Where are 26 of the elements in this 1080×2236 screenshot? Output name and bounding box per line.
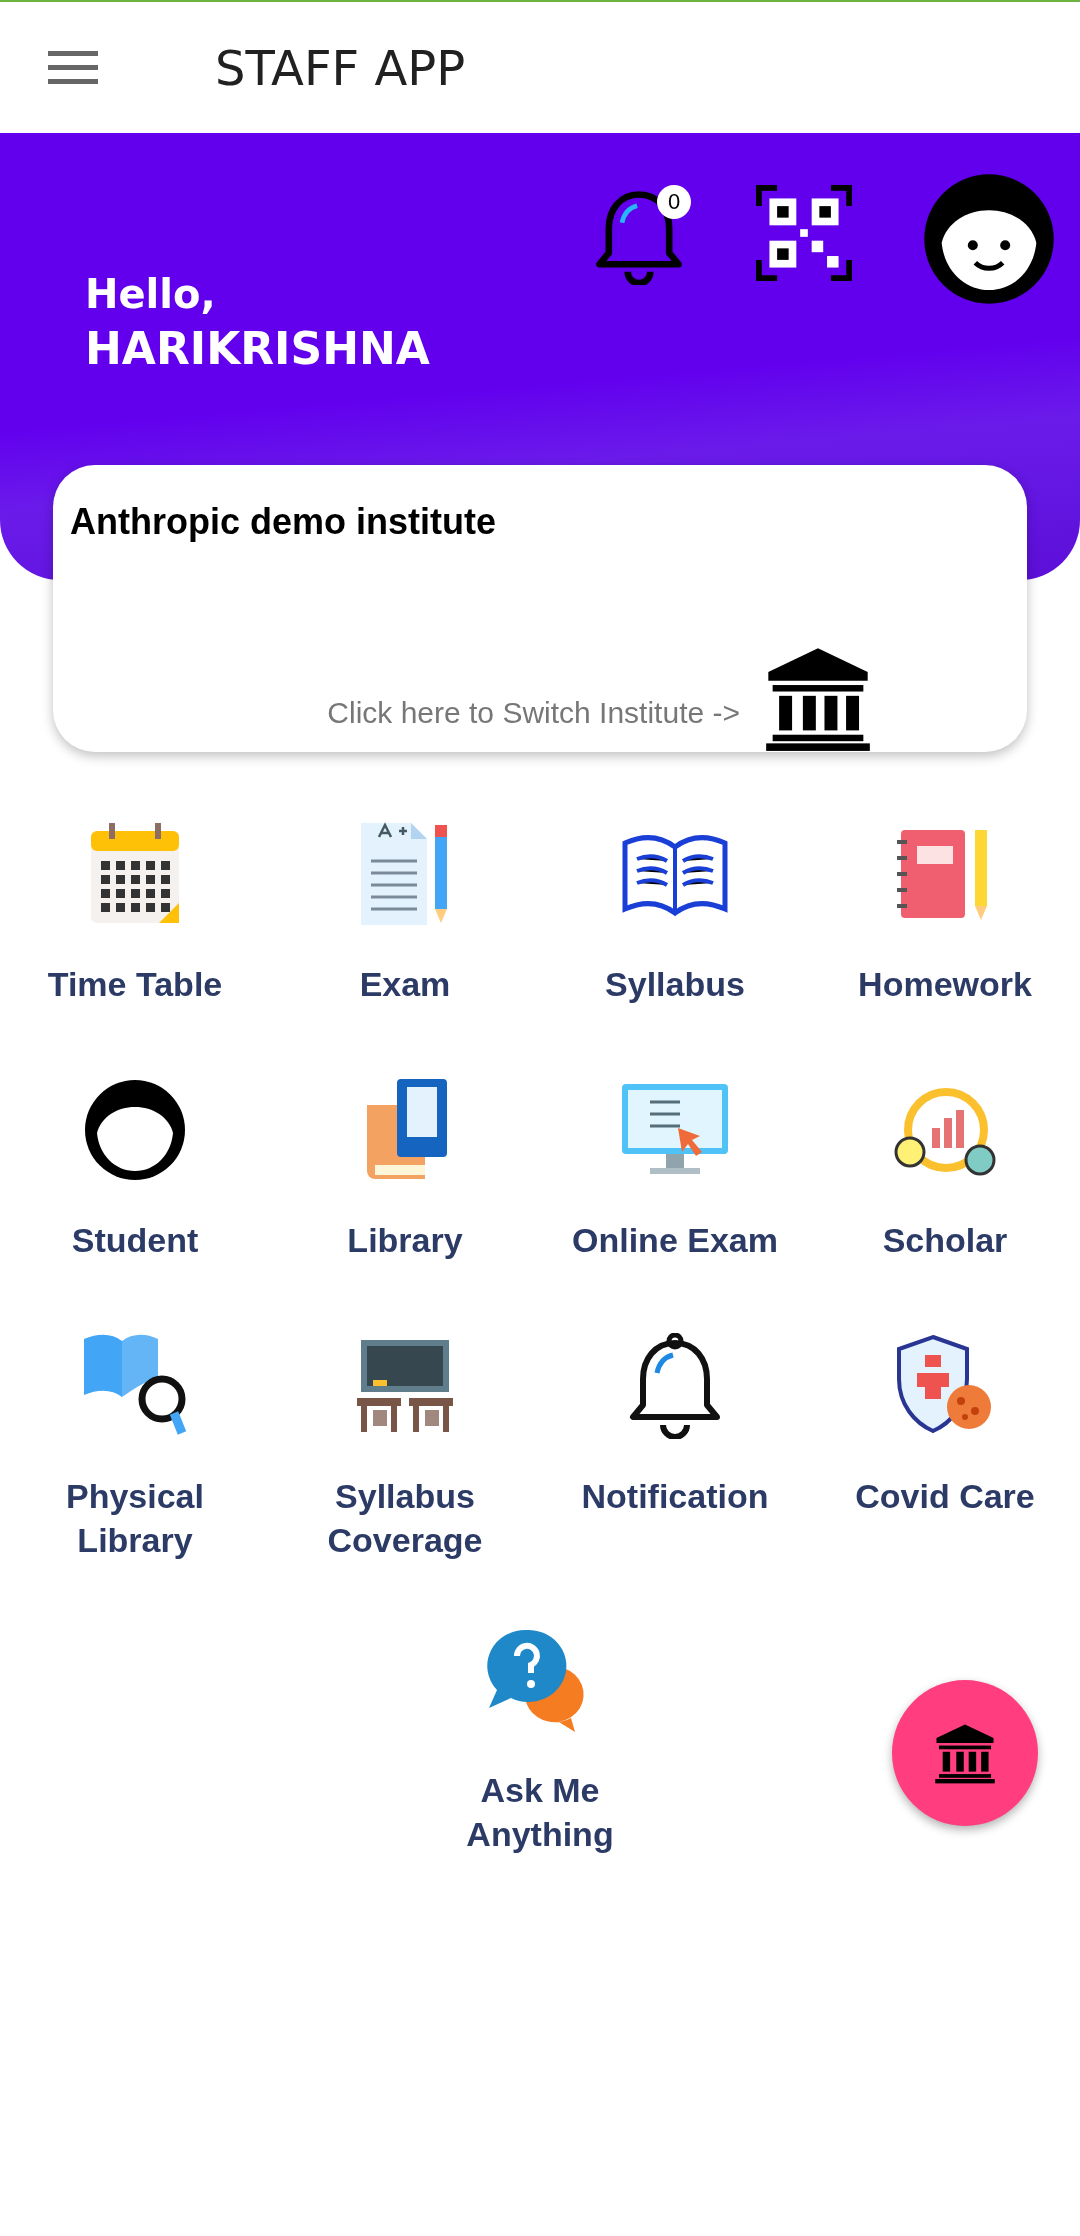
avatar-icon [82,1077,188,1183]
menu-tile[interactable]: Physical Library [0,1330,270,1562]
user-name: HARIKRISHNA [85,323,430,374]
menu-tile[interactable]: Notification [540,1330,810,1562]
menu-tile[interactable]: Syllabus [540,818,810,1006]
institute-name: Anthropic demo institute [70,501,497,543]
menu-tile[interactable]: Covid Care [810,1330,1080,1562]
bell-icon [627,1333,723,1439]
menu-icon[interactable] [48,50,98,85]
app-title: STAFF APP [215,39,466,96]
switch-institute-link[interactable]: Click here to Switch Institute -> [327,696,740,730]
institution-icon [934,1722,996,1784]
menu-tile[interactable]: Scholar [810,1074,1080,1262]
greeting-text: Hello, [85,271,217,317]
avatar-icon[interactable] [923,173,1055,305]
institute-card[interactable]: Anthropic demo institute Click here to Switch Institute -> [53,465,1027,752]
menu-tile[interactable]: Student [0,1074,270,1262]
menu-tile[interactable]: Time Table [0,818,270,1006]
menu-tile[interactable]: Syllabus Coverage [270,1330,540,1562]
qr-code-icon[interactable] [755,185,853,281]
notification-badge: 0 [657,185,691,219]
institute-fab[interactable] [892,1680,1038,1826]
menu-tile[interactable]: Online Exam [540,1074,810,1262]
menu-tile[interactable]: Homework [810,818,1080,1006]
menu-tile[interactable]: Exam [270,818,540,1006]
menu-tile[interactable]: Library [270,1074,540,1262]
